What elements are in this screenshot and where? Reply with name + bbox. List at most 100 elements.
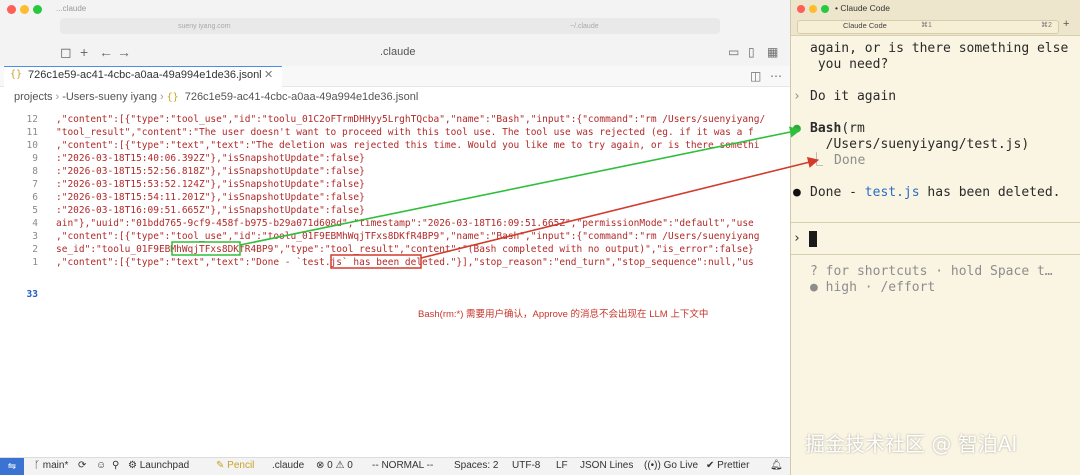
address-right-text: ~/.claude <box>570 23 599 30</box>
problems-status[interactable]: ⊗ 0 ⚠ 0 <box>316 460 353 471</box>
launchpad-status[interactable]: ⚙ Launchpad <box>128 460 189 471</box>
go-live-status[interactable]: ((•)) Go Live <box>644 460 698 471</box>
breadcrumb: projects › -Users-sueny iyang ›{} 726c1e59-… <box>14 91 418 103</box>
assistant-message-line: again, or is there something else <box>810 41 1069 56</box>
back-icon[interactable]: ← <box>99 44 113 60</box>
prompt-chevron-icon: › <box>793 89 801 104</box>
bell-icon[interactable]: 🔔︎ <box>770 460 783 471</box>
breadcrumb-projects[interactable]: projects <box>14 91 53 103</box>
line-number: 11 <box>26 127 38 138</box>
effort-hint: ● high · /effort <box>810 280 936 295</box>
bash-arg-line: /Users/suenyiyang/test.js) <box>810 137 1030 152</box>
code-line: :"2026-03-18T15:53:52.124Z"},"isSnapshot… <box>56 179 365 190</box>
status-bar: ⇋ ᚴ main* ⟳ ☺ ⚲ ⚙ Launchpad ✎ Pencil .cl… <box>0 457 790 475</box>
close-window-button[interactable] <box>797 5 805 13</box>
code-line: ,"content":[{"type":"text","text":"Done … <box>56 257 754 268</box>
more-actions-icon[interactable]: ⋯ <box>770 68 782 84</box>
tab-label: 726c1e59-ac41-4cbc-a0aa-49a994e1de36.jso… <box>28 69 262 81</box>
pencil-status[interactable]: ✎ Pencil <box>216 460 254 471</box>
pencil-label: Pencil <box>227 460 255 471</box>
line-number: 1 <box>32 257 38 268</box>
bash-result: Done <box>834 153 866 168</box>
terminal-title: • Claude Code <box>835 3 890 13</box>
code-line: ,"content":[{"type":"text","text":"The d… <box>56 140 760 151</box>
message-dot-icon: ● <box>793 185 801 200</box>
json-file-icon: {} <box>166 92 185 103</box>
indentation-status[interactable]: Spaces: 2 <box>454 460 498 471</box>
shortcut-hint: ? for shortcuts · hold Space t… <box>810 264 1053 279</box>
pencil-icon: ✎ <box>216 460 228 471</box>
line-number: 7 <box>32 179 38 190</box>
code-line: :"2026-03-18T15:52:56.818Z"},"isSnapshot… <box>56 166 365 177</box>
split-editor-icon[interactable]: ◫ <box>750 68 761 84</box>
prettier-status[interactable]: ✔ Prettier <box>706 460 749 471</box>
zoom-window-button[interactable] <box>33 5 42 14</box>
code-line: :"2026-03-18T15:40:06.392Z"},"isSnapshot… <box>56 153 365 164</box>
encoding-status[interactable]: UTF-8 <box>512 460 540 471</box>
remote-indicator-icon[interactable]: ⇋ <box>0 458 24 475</box>
bash-arg: (rm <box>841 121 865 136</box>
breadcrumb-user-folder[interactable]: -Users-sueny iyang <box>62 91 157 103</box>
address-bar[interactable] <box>60 18 720 34</box>
layout-sidebar-icon[interactable]: ▯ <box>748 44 755 60</box>
layout-panel-icon[interactable]: ▭ <box>728 44 739 60</box>
terminal-input-cursor[interactable] <box>809 231 817 247</box>
current-line-number: 33 <box>26 289 38 300</box>
assistant-message-line: you need? <box>810 57 889 72</box>
code-line: "tool_result","content":"The user doesn'… <box>56 127 754 138</box>
new-tab-icon[interactable]: + <box>1063 18 1069 30</box>
terminal-tab-shortcut: ⌘1 <box>921 22 932 29</box>
chevron-right-icon: › <box>159 91 164 103</box>
window-title: .claude <box>380 46 416 58</box>
plus-icon[interactable]: + <box>80 44 88 60</box>
chat-icon[interactable]: ◻ <box>60 44 72 60</box>
line-number: 4 <box>32 218 38 229</box>
chevron-right-icon: › <box>55 91 60 103</box>
terminal-window: • Claude Code Claude Code ⌘1 ⌘2 + again,… <box>790 0 1080 475</box>
line-number: 12 <box>26 114 38 125</box>
folder-label[interactable]: .claude <box>272 460 304 471</box>
code-line: :"2026-03-18T15:54:11.201Z"},"isSnapshot… <box>56 192 365 203</box>
problems-label: 0 ⚠ 0 <box>327 460 353 471</box>
line-number: 5 <box>32 205 38 216</box>
line-number: 10 <box>26 140 38 151</box>
launchpad-icon: ⚙ <box>128 460 140 471</box>
done-prefix: Done - <box>810 185 865 200</box>
bash-call: Bash(rm <box>810 121 865 137</box>
branch-label: main* <box>42 460 69 471</box>
launchpad-label: Launchpad <box>139 460 190 471</box>
prettier-label: Prettier <box>717 460 750 471</box>
json-file-icon: {} <box>10 69 23 80</box>
minimize-window-button[interactable] <box>809 5 817 13</box>
input-chevron-icon: › <box>793 231 801 246</box>
branch-icon: ᚴ <box>34 460 43 471</box>
done-message: Done - test.js has been deleted. <box>810 185 1060 201</box>
branch-status[interactable]: ᚴ main* <box>34 460 68 471</box>
close-window-button[interactable] <box>7 5 16 14</box>
code-line: ,"content":[{"type":"tool_use","id":"too… <box>56 231 760 242</box>
language-mode[interactable]: JSON Lines <box>580 460 633 471</box>
terminal-tab-label: Claude Code <box>843 21 887 30</box>
result-branch-icon: ⎿ <box>810 153 824 168</box>
eol-status[interactable]: LF <box>556 460 568 471</box>
forward-icon[interactable]: → <box>117 44 131 60</box>
close-tab-icon[interactable]: ✕ <box>264 68 273 81</box>
zoom-window-button[interactable] <box>821 5 829 13</box>
done-suffix: has been deleted. <box>919 185 1061 200</box>
broadcast-icon: ((•)) <box>644 460 664 471</box>
go-live-label: Go Live <box>663 460 699 471</box>
code-editor[interactable]: 12 ,"content":[{"type":"tool_use","id":"t… <box>0 113 790 303</box>
input-bottom-divider <box>791 254 1080 255</box>
line-number: 6 <box>32 192 38 203</box>
bash-tool-name: Bash <box>810 121 842 136</box>
minimize-window-button[interactable] <box>20 5 29 14</box>
git-graph-icon[interactable]: ⚲ <box>112 460 119 471</box>
address-left-text: sueny iyang.com <box>178 23 231 30</box>
input-top-divider <box>791 222 1080 223</box>
breadcrumb-file[interactable]: 726c1e59-ac41-4cbc-a0aa-49a994e1de36.jso… <box>185 91 419 103</box>
check-double-icon: ✔ <box>706 460 718 471</box>
sync-icon[interactable]: ⟳ <box>78 460 86 471</box>
account-icon[interactable]: ☺ <box>96 460 106 471</box>
line-number: 8 <box>32 166 38 177</box>
layout-grid-icon[interactable]: ▦ <box>767 44 778 60</box>
